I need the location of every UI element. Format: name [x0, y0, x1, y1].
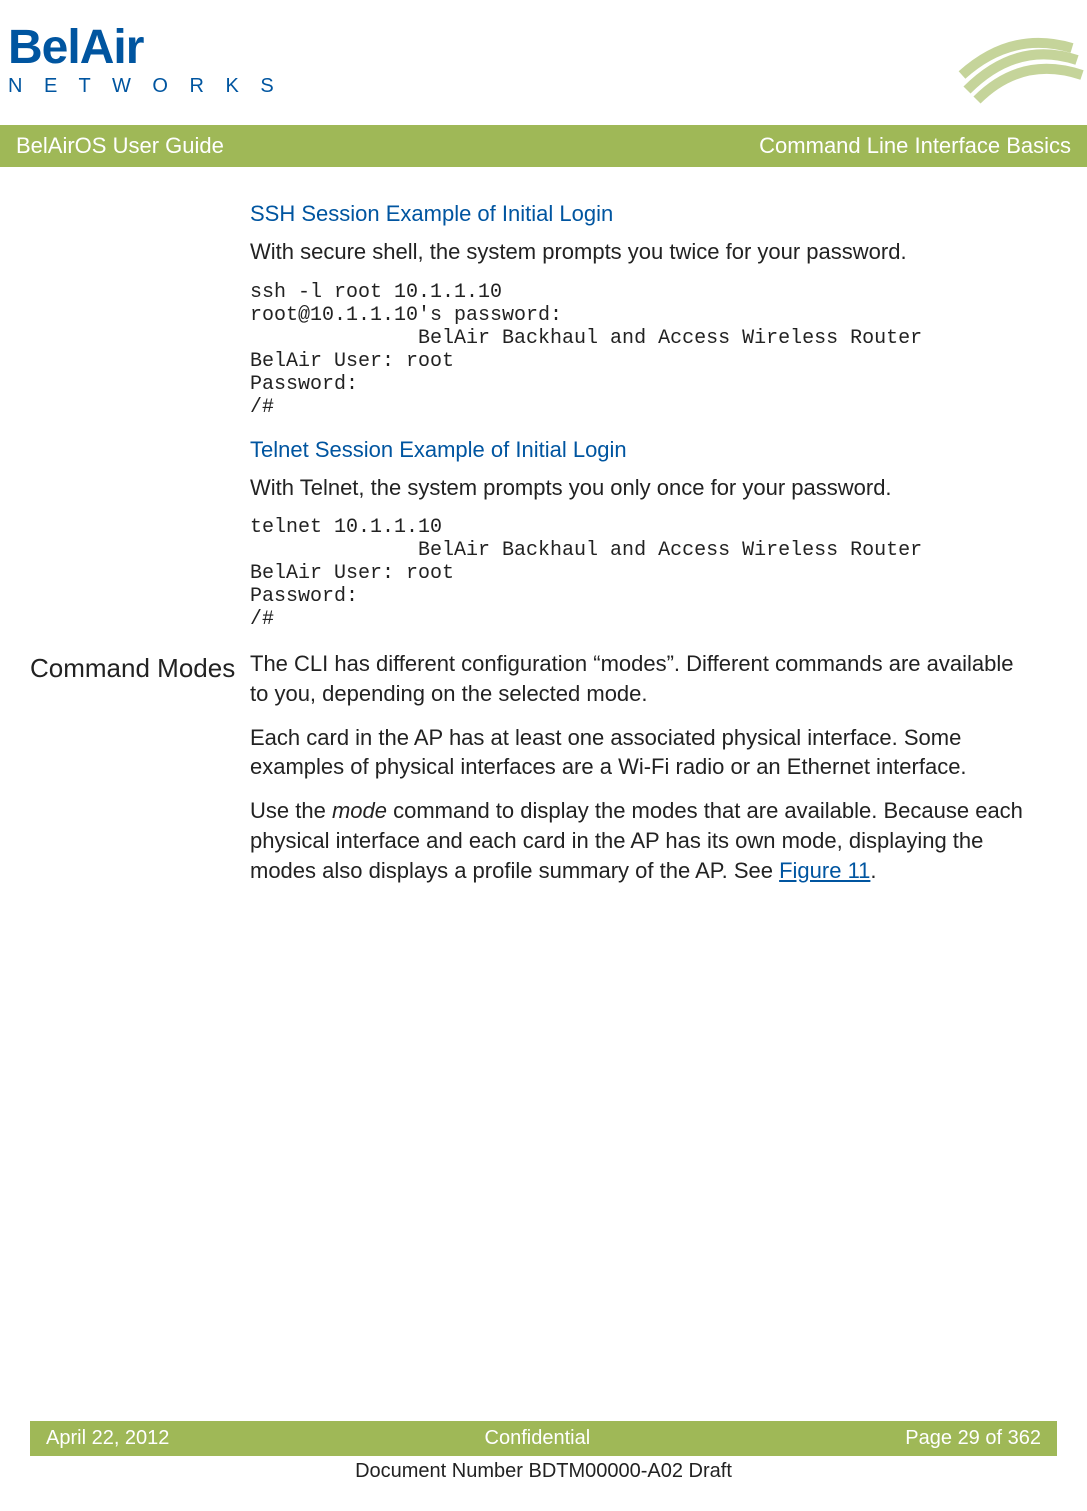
content-body: SSH Session Example of Initial Login Wit… [0, 167, 1087, 649]
title-right: Command Line Interface Basics [759, 133, 1071, 159]
logo-sub-text: N E T W O R K S [8, 75, 282, 98]
figure-link[interactable]: Figure 11 [779, 858, 870, 883]
footer-confidential: Confidential [485, 1427, 591, 1450]
command-modes-row: Command Modes The CLI has different conf… [0, 649, 1087, 899]
footer-page: Page 29 of 362 [905, 1427, 1041, 1450]
modes-p3c: . [870, 858, 876, 883]
modes-p3: Use the mode command to display the mode… [250, 796, 1037, 885]
footer-green-bar: April 22, 2012 Confidential Page 29 of 3… [30, 1421, 1057, 1456]
footer-docnum: Document Number BDTM00000-A02 Draft [30, 1460, 1057, 1483]
ssh-intro: With secure shell, the system prompts yo… [250, 237, 1037, 267]
telnet-intro: With Telnet, the system prompts you only… [250, 473, 1037, 503]
logo: BelAir N E T W O R K S [0, 20, 282, 98]
command-modes-heading: Command Modes [30, 653, 250, 684]
title-bar: BelAirOS User Guide Command Line Interfa… [0, 125, 1087, 167]
modes-p3a: Use the [250, 798, 332, 823]
logo-main-text: BelAir [8, 20, 282, 75]
modes-p2: Each card in the AP has at least one ass… [250, 723, 1037, 782]
telnet-code: telnet 10.1.1.10 BelAir Backhaul and Acc… [250, 516, 1037, 631]
telnet-heading: Telnet Session Example of Initial Login [250, 437, 1037, 463]
modes-p1: The CLI has different configuration “mod… [250, 649, 1037, 708]
swirl-icon [957, 20, 1087, 115]
ssh-code: ssh -l root 10.1.1.10 root@10.1.1.10's p… [250, 281, 1037, 419]
footer-date: April 22, 2012 [46, 1427, 169, 1450]
mode-command-word: mode [332, 798, 387, 823]
header: BelAir N E T W O R K S [0, 0, 1087, 125]
ssh-heading: SSH Session Example of Initial Login [250, 201, 1037, 227]
title-left: BelAirOS User Guide [16, 133, 224, 159]
footer: April 22, 2012 Confidential Page 29 of 3… [30, 1421, 1057, 1483]
